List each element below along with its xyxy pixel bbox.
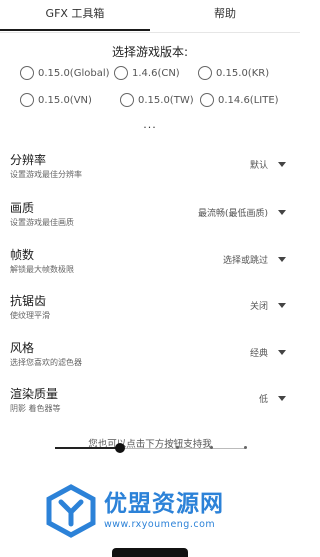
triangle-down-icon[interactable] xyxy=(278,210,286,215)
more-versions-ellipsis[interactable]: ... xyxy=(0,118,300,131)
triangle-down-icon[interactable] xyxy=(278,396,286,401)
triangle-down-icon[interactable] xyxy=(278,303,286,308)
setting-style: 风格 选择您喜欢的滤色器 经典 xyxy=(10,339,292,375)
slider-fill xyxy=(55,447,120,449)
radio-label: 1.4.6(CN) xyxy=(132,67,180,79)
radio-empty-icon[interactable] xyxy=(114,66,128,80)
setting-title: 抗锯齿 xyxy=(10,294,47,308)
triangle-down-icon[interactable] xyxy=(278,162,286,167)
radio-version-tw[interactable]: 0.15.0(TW) xyxy=(120,93,194,107)
radio-version-cn[interactable]: 1.4.6(CN) xyxy=(114,66,180,80)
tab-bar: GFX 工具箱 帮助 xyxy=(0,0,300,32)
setting-description: 设置游戏最佳分辨率 xyxy=(10,170,82,179)
radio-label: 0.15.0(TW) xyxy=(138,94,194,106)
tab-help[interactable]: 帮助 xyxy=(150,0,300,32)
setting-description: 阴影 着色器等 xyxy=(10,404,61,413)
setting-fps: 帧数 解锁最大帧数极限 选择或跳过 xyxy=(10,246,292,282)
graphics-dropdown-value[interactable]: 最流畅(最低画质) xyxy=(198,206,268,219)
render-quality-dropdown-value[interactable]: 低 xyxy=(259,392,268,405)
setting-description: 解锁最大帧数极限 xyxy=(10,265,74,274)
radio-version-vn[interactable]: 0.15.0(VN) xyxy=(20,93,92,107)
version-section-title: 选择游戏版本: xyxy=(111,45,189,59)
setting-title: 渲染质量 xyxy=(10,387,59,401)
radio-empty-icon[interactable] xyxy=(198,66,212,80)
radio-label: 0.15.0(Global) xyxy=(38,67,110,79)
radio-version-kr[interactable]: 0.15.0(KR) xyxy=(198,66,269,80)
setting-title: 画质 xyxy=(10,201,35,215)
setting-description: 使纹理平滑 xyxy=(10,311,50,320)
antialiasing-dropdown-value[interactable]: 关闭 xyxy=(250,299,268,312)
radio-empty-icon[interactable] xyxy=(200,93,214,107)
watermark-text: 优盟资源网 xyxy=(104,491,224,517)
radio-label: 0.15.0(VN) xyxy=(38,94,92,106)
setting-resolution: 分辨率 设置游戏最佳分辨率 默认 xyxy=(10,151,292,187)
setting-title: 分辨率 xyxy=(10,153,47,167)
radio-version-lite[interactable]: 0.14.6(LITE) xyxy=(200,93,279,107)
watermark-url: www.rxyoumeng.com xyxy=(104,519,216,530)
setting-description: 设置游戏最佳画质 xyxy=(10,218,74,227)
support-slider[interactable] xyxy=(55,441,247,457)
slider-tick xyxy=(175,446,179,449)
slider-tick xyxy=(244,446,247,449)
y-logo-icon xyxy=(46,484,96,538)
radio-empty-icon[interactable] xyxy=(120,93,134,107)
setting-graphics: 画质 设置游戏最佳画质 最流畅(最低画质) xyxy=(10,199,292,235)
radio-label: 0.15.0(KR) xyxy=(216,67,270,79)
slider-tick xyxy=(209,446,213,449)
radio-empty-icon[interactable] xyxy=(20,93,34,107)
radio-label: 0.14.6(LITE) xyxy=(218,94,279,106)
tab-gfx-toolbox[interactable]: GFX 工具箱 xyxy=(0,0,150,32)
resolution-dropdown-value[interactable]: 默认 xyxy=(250,158,268,171)
setting-title: 帧数 xyxy=(10,248,35,262)
fps-dropdown-value[interactable]: 选择或跳过 xyxy=(223,253,268,266)
setting-title: 风格 xyxy=(10,341,35,355)
slider-thumb[interactable] xyxy=(114,443,125,453)
setting-antialiasing: 抗锯齿 使纹理平滑 关闭 xyxy=(10,292,292,328)
setting-render-quality: 渲染质量 阴影 着色器等 低 xyxy=(10,385,292,421)
triangle-down-icon[interactable] xyxy=(278,257,286,262)
radio-version-global[interactable]: 0.15.0(Global) xyxy=(20,66,110,80)
radio-empty-icon[interactable] xyxy=(20,66,34,80)
setting-description: 选择您喜欢的滤色器 xyxy=(10,358,82,367)
style-dropdown-value[interactable]: 经典 xyxy=(250,346,268,359)
bottom-button-edge[interactable] xyxy=(112,548,188,557)
tab-divider xyxy=(0,32,300,33)
watermark: 优盟资源网 www.rxyoumeng.com xyxy=(40,478,270,542)
triangle-down-icon[interactable] xyxy=(278,350,286,355)
